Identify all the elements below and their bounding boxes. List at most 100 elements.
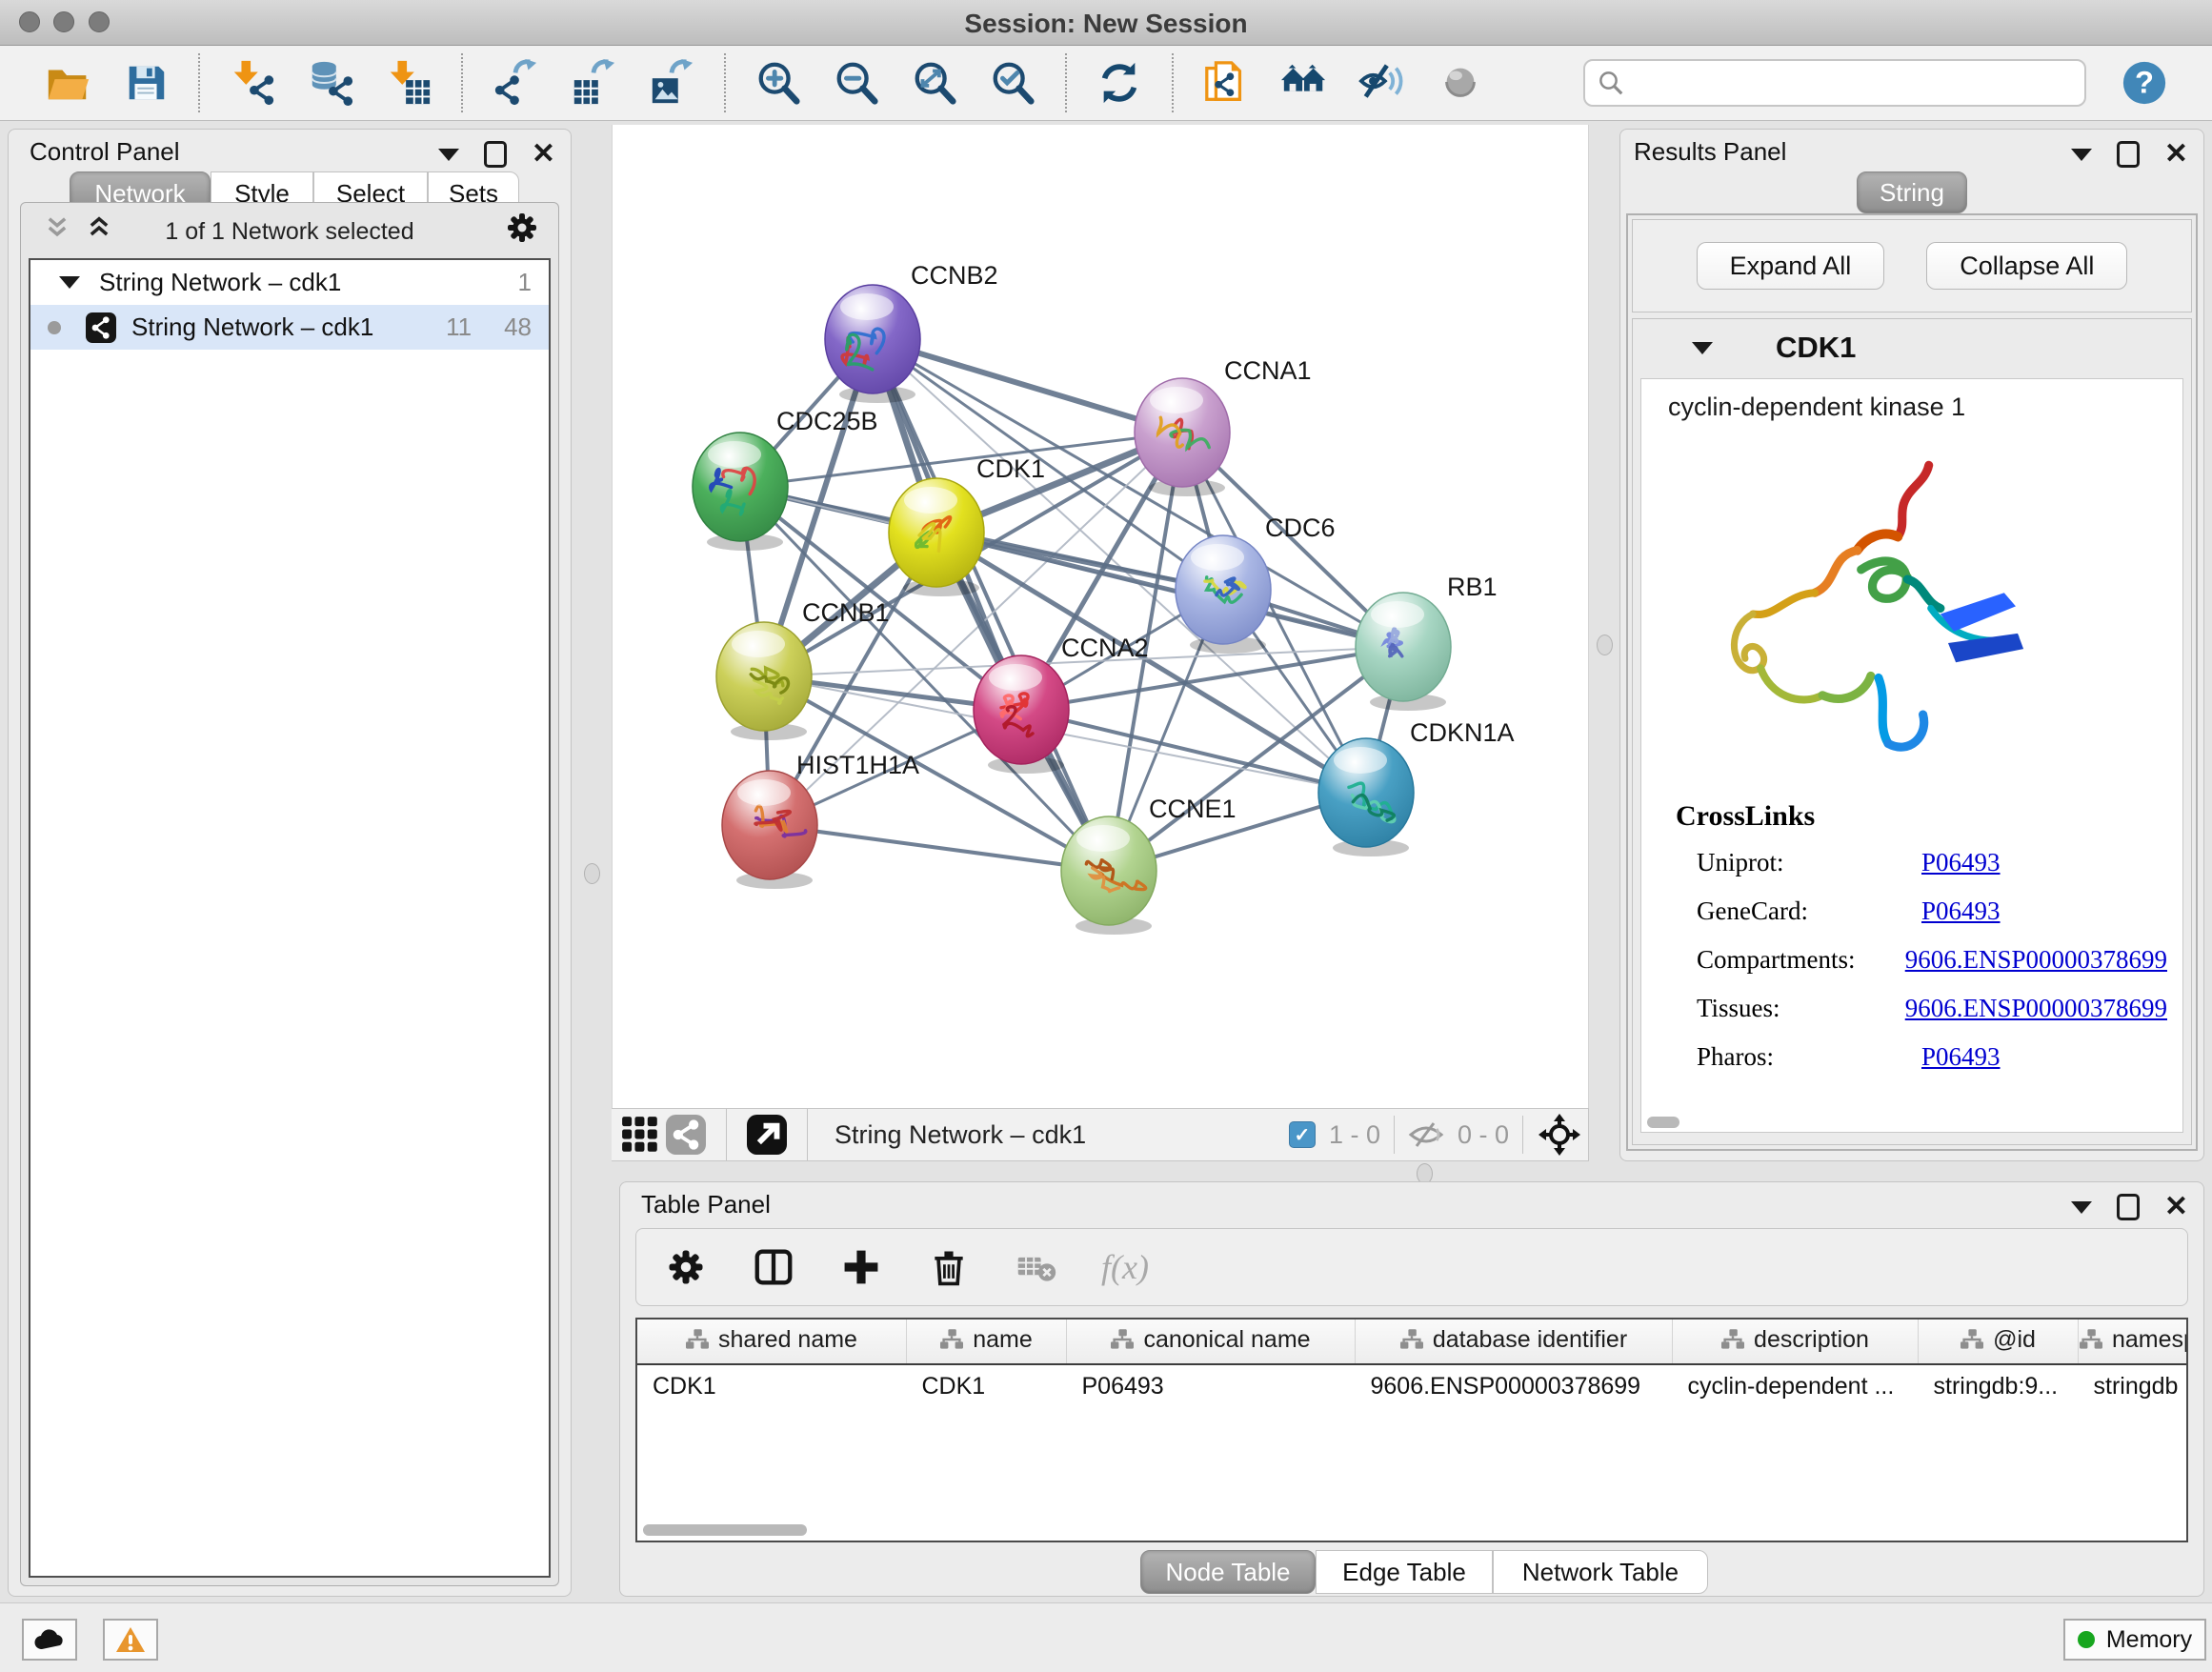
- open-session-button[interactable]: [41, 56, 94, 110]
- zoom-selected-button[interactable]: [986, 56, 1039, 110]
- tab-network-table[interactable]: Network Table: [1493, 1550, 1708, 1594]
- control-panel-close-icon[interactable]: ✕: [532, 144, 555, 165]
- show-column-panel-icon[interactable]: [751, 1244, 796, 1290]
- column-header-name[interactable]: name: [907, 1319, 1067, 1364]
- toolbar-separator: [724, 53, 726, 112]
- network-edge[interactable]: [873, 339, 1109, 871]
- import-table-button[interactable]: [382, 56, 435, 110]
- column-header-description[interactable]: description: [1673, 1319, 1919, 1364]
- hide-selected-button[interactable]: [1356, 56, 1409, 110]
- tab-edge-table[interactable]: Edge Table: [1316, 1550, 1493, 1594]
- search-box[interactable]: [1583, 59, 2086, 107]
- table-cell[interactable]: CDK1: [907, 1364, 1067, 1407]
- table-cell[interactable]: P06493: [1067, 1364, 1356, 1407]
- refresh-view-button[interactable]: [1093, 56, 1146, 110]
- crosslink-link[interactable]: P06493: [1921, 848, 2001, 877]
- show-home-views-button[interactable]: [1277, 56, 1331, 110]
- control-panel-menu-icon[interactable]: [438, 149, 459, 161]
- network-graph[interactable]: CCNB2CCNA1CDC25BCDK1CDC6RB1CCNB1CCNA2CDK…: [613, 125, 1588, 1108]
- column-header-namespac[interactable]: namespac: [2079, 1319, 2189, 1364]
- network-edge[interactable]: [770, 825, 1109, 871]
- column-header-canonical-name[interactable]: canonical name: [1067, 1319, 1356, 1364]
- help-button[interactable]: ?: [2121, 59, 2168, 107]
- table-panel-menu-icon[interactable]: [2071, 1201, 2092, 1214]
- column-header-shared-name[interactable]: shared name: [637, 1319, 907, 1364]
- duplicate-network-icon: [1202, 59, 1250, 107]
- network-options-gear-icon[interactable]: [505, 211, 539, 250]
- detach-view-icon[interactable]: [744, 1112, 790, 1158]
- network-view-toolbar: String Network – cdk1 ✓ 1 - 0 0 - 0: [612, 1108, 1589, 1161]
- network-node-CDC6[interactable]: CDC6: [1176, 514, 1336, 654]
- zoom-in-button[interactable]: [752, 56, 805, 110]
- import-network-database-button[interactable]: [304, 56, 357, 110]
- crosslink-link[interactable]: P06493: [1921, 1042, 2001, 1072]
- export-table-button[interactable]: [567, 56, 620, 110]
- network-edge[interactable]: [936, 533, 1403, 647]
- network-node-CDKN1A[interactable]: CDKN1A: [1318, 718, 1515, 856]
- crosslink-link[interactable]: P06493: [1921, 896, 2001, 926]
- add-column-icon[interactable]: [838, 1244, 884, 1290]
- import-network-database-icon: [307, 59, 354, 107]
- network-edge[interactable]: [1021, 710, 1366, 793]
- expand-all-button[interactable]: Expand All: [1697, 242, 1885, 290]
- table-row[interactable]: CDK1CDK1P064939606.ENSP00000378699cyclin…: [637, 1364, 2188, 1407]
- table-panel-float-icon[interactable]: [2117, 1194, 2140, 1220]
- search-input[interactable]: [1635, 63, 2073, 103]
- warnings-button[interactable]: [103, 1619, 158, 1661]
- duplicate-network-button[interactable]: [1199, 56, 1253, 110]
- table-cell[interactable]: stringdb:9...: [1919, 1364, 2079, 1407]
- selected-nodes-checkbox[interactable]: ✓: [1289, 1121, 1316, 1148]
- collection-expander-icon[interactable]: [59, 276, 80, 289]
- network-node-CCNA1[interactable]: CCNA1: [1135, 356, 1312, 496]
- export-network-button[interactable]: [489, 56, 542, 110]
- zoom-fit-button[interactable]: [908, 56, 961, 110]
- gene-description: cyclin-dependent kinase 1: [1668, 393, 1965, 422]
- column-header--id[interactable]: @id: [1919, 1319, 2079, 1364]
- export-image-button[interactable]: [645, 56, 698, 110]
- network-node-CCNB1[interactable]: CCNB1: [716, 598, 890, 740]
- table-settings-gear-icon[interactable]: [663, 1244, 709, 1290]
- collapse-all-button[interactable]: Collapse All: [1926, 242, 2127, 290]
- network-node-CCNB2[interactable]: CCNB2: [825, 261, 998, 403]
- save-session-button[interactable]: [119, 56, 172, 110]
- network-node-RB1[interactable]: RB1: [1356, 573, 1498, 711]
- grid-view-icon[interactable]: [617, 1112, 663, 1158]
- export-image-icon: [648, 59, 695, 107]
- gene-section-expander-icon[interactable]: [1692, 342, 1713, 354]
- network-node-CCNE1[interactable]: CCNE1: [1061, 795, 1237, 935]
- table-cell[interactable]: 9606.ENSP00000378699: [1356, 1364, 1673, 1407]
- left-splitter-handle[interactable]: [584, 863, 600, 884]
- table-hscrollbar[interactable]: [643, 1524, 807, 1536]
- right-splitter-handle[interactable]: [1597, 635, 1613, 655]
- toolbar-separator: [1065, 53, 1067, 112]
- column-header-database-identifier[interactable]: database identifier: [1356, 1319, 1673, 1364]
- delete-column-icon[interactable]: [926, 1244, 972, 1290]
- network-row-selected[interactable]: String Network – cdk1 11 48: [30, 305, 549, 350]
- show-hidden-button[interactable]: [1434, 56, 1487, 110]
- zoom-out-button[interactable]: [830, 56, 883, 110]
- string-view-icon[interactable]: [663, 1112, 709, 1158]
- table-cell[interactable]: cyclin-dependent ...: [1673, 1364, 1919, 1407]
- cloud-status-button[interactable]: [22, 1619, 77, 1661]
- results-panel-float-icon[interactable]: [2117, 141, 2140, 168]
- crosslink-link[interactable]: 9606.ENSP00000378699: [1905, 994, 2167, 1023]
- network-node-CDC25B[interactable]: CDC25B: [693, 407, 878, 551]
- results-hscrollbar[interactable]: [1647, 1117, 1679, 1128]
- table-cell[interactable]: stringdb: [2079, 1364, 2189, 1407]
- results-panel-menu-icon[interactable]: [2071, 149, 2092, 161]
- tab-node-table[interactable]: Node Table: [1140, 1550, 1316, 1594]
- network-canvas[interactable]: CCNB2CCNA1CDC25BCDK1CDC6RB1CCNB1CCNA2CDK…: [612, 125, 1589, 1108]
- table-panel-close-icon[interactable]: ✕: [2164, 1197, 2188, 1218]
- memory-button[interactable]: Memory: [2063, 1619, 2206, 1661]
- control-panel-float-icon[interactable]: [484, 141, 507, 168]
- results-panel-close-icon[interactable]: ✕: [2164, 144, 2188, 165]
- crosslink-link[interactable]: 9606.ENSP00000378699: [1905, 945, 2167, 975]
- tab-string[interactable]: String: [1857, 171, 1967, 213]
- birds-eye-crosshair-icon[interactable]: [1537, 1112, 1582, 1158]
- network-node-HIST1H1A[interactable]: HIST1H1A: [722, 751, 919, 889]
- node-table[interactable]: shared namenamecanonical namedatabase id…: [637, 1319, 2188, 1407]
- import-network-button[interactable]: [226, 56, 279, 110]
- table-cell[interactable]: CDK1: [637, 1364, 907, 1407]
- import-table-icon: [385, 59, 432, 107]
- network-collection-row[interactable]: String Network – cdk1 1: [30, 260, 549, 305]
